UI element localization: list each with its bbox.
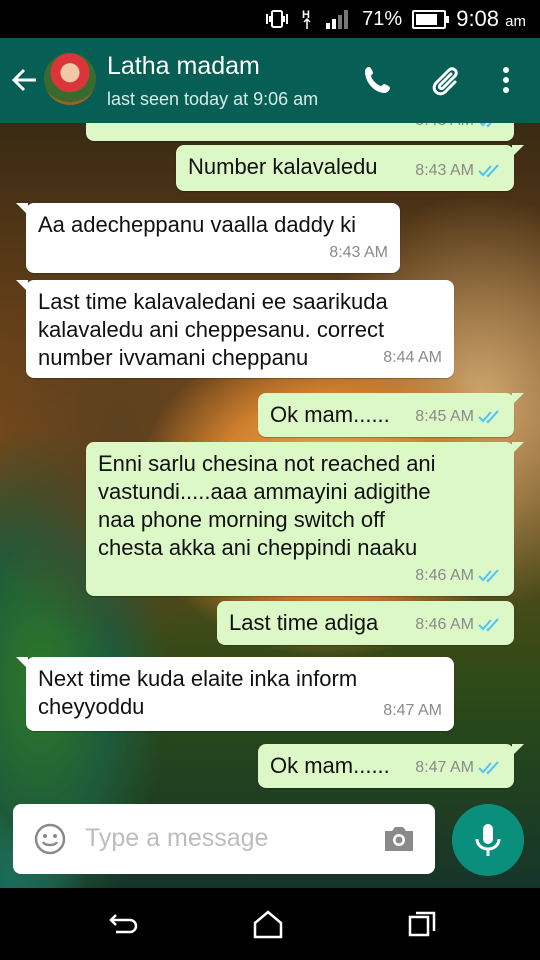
back-nav-icon[interactable]	[104, 908, 140, 940]
contact-name[interactable]: Latha madam	[107, 52, 260, 81]
camera-icon[interactable]	[381, 822, 417, 856]
message-time: 8:43 AM	[329, 244, 388, 261]
more-options-icon[interactable]	[488, 60, 524, 100]
message-text: Ok mam......	[270, 753, 390, 778]
home-nav-icon[interactable]	[250, 908, 286, 940]
battery-icon	[412, 9, 450, 29]
emoji-icon[interactable]	[33, 822, 67, 856]
double-tick-read-icon	[478, 618, 499, 632]
microphone-button[interactable]	[452, 804, 524, 876]
message-meta: 8:43 AM	[415, 123, 502, 135]
status-bar: H 71% 9:08 am	[0, 0, 540, 38]
message-time: 8:45 AM	[415, 408, 474, 425]
navigation-bar	[0, 888, 540, 960]
back-arrow-icon[interactable]	[10, 62, 38, 98]
message-meta: 8:45 AM	[415, 403, 502, 431]
microphone-icon	[475, 824, 501, 856]
clock: 9:08 am	[456, 6, 526, 31]
message-time: 8:43 AM	[415, 162, 474, 179]
battery-percent: 71%	[362, 7, 403, 30]
message-meta: 8:44 AM	[383, 344, 442, 372]
recents-nav-icon[interactable]	[404, 908, 440, 940]
message-outgoing[interactable]: Last time adiga 8:46 AM	[217, 601, 514, 645]
message-time: 8:46 AM	[415, 567, 474, 584]
message-input-box[interactable]: Type a message	[13, 804, 435, 874]
chat-header: Latha madam last seen today at 9:06 am	[0, 38, 540, 123]
message-text: mam	[98, 123, 147, 129]
message-meta: 8:46 AM	[415, 611, 502, 639]
message-text: Enni sarlu chesina not reached ani vastu…	[98, 451, 436, 560]
message-time: 8:47 AM	[415, 759, 474, 776]
double-tick-read-icon	[478, 410, 499, 424]
message-text: Last time adiga	[229, 610, 379, 635]
message-time: 8:43 AM	[415, 123, 474, 135]
double-tick-read-icon	[478, 569, 499, 583]
chat-area[interactable]: mam 8:43 AM Number kalavaledu 8:43 AM Aa…	[0, 123, 540, 888]
message-text: Ok mam......	[270, 402, 390, 427]
double-tick-read-icon	[479, 123, 493, 128]
message-incoming[interactable]: Next time kuda elaite inka inform cheyyo…	[16, 657, 454, 731]
double-tick-read-icon	[478, 761, 499, 775]
network-type-icon: H	[302, 9, 311, 29]
double-tick-read-icon	[478, 164, 499, 178]
vibrate-icon	[266, 10, 289, 28]
message-text: Number kalavaledu	[188, 154, 378, 179]
message-text: Last time kalavaledani ee saarikuda kala…	[38, 289, 388, 370]
message-input-placeholder[interactable]: Type a message	[85, 824, 268, 853]
message-meta: 8:43 AM	[329, 239, 388, 267]
message-outgoing[interactable]: Number kalavaledu 8:43 AM	[176, 145, 524, 191]
message-outgoing[interactable]: Ok mam...... 8:45 AM	[258, 393, 524, 437]
attach-paperclip-icon[interactable]	[428, 60, 468, 100]
message-text: Aa adecheppanu vaalla daddy ki	[38, 212, 357, 237]
message-incoming[interactable]: Last time kalavaledani ee saarikuda kala…	[16, 280, 454, 378]
phone-icon[interactable]	[358, 60, 398, 100]
last-seen-status: last seen today at 9:06 am	[107, 89, 319, 109]
contact-avatar[interactable]	[44, 53, 96, 105]
message-time: 8:46 AM	[415, 616, 474, 633]
message-time: 8:47 AM	[383, 702, 442, 719]
message-time: 8:44 AM	[383, 349, 442, 366]
message-incoming[interactable]: Aa adecheppanu vaalla daddy ki 8:43 AM	[16, 203, 400, 273]
message-outgoing[interactable]: mam 8:43 AM	[86, 123, 514, 141]
message-meta: 8:46 AM	[415, 562, 502, 590]
message-meta: 8:43 AM	[415, 157, 502, 185]
message-text: Next time kuda elaite inka inform cheyyo…	[38, 666, 358, 719]
message-meta: 8:47 AM	[383, 697, 442, 725]
message-meta: 8:47 AM	[415, 754, 502, 782]
signal-icon	[326, 10, 349, 29]
message-outgoing[interactable]: Enni sarlu chesina not reached ani vastu…	[86, 442, 524, 596]
message-outgoing[interactable]: Ok mam...... 8:47 AM	[258, 744, 524, 788]
